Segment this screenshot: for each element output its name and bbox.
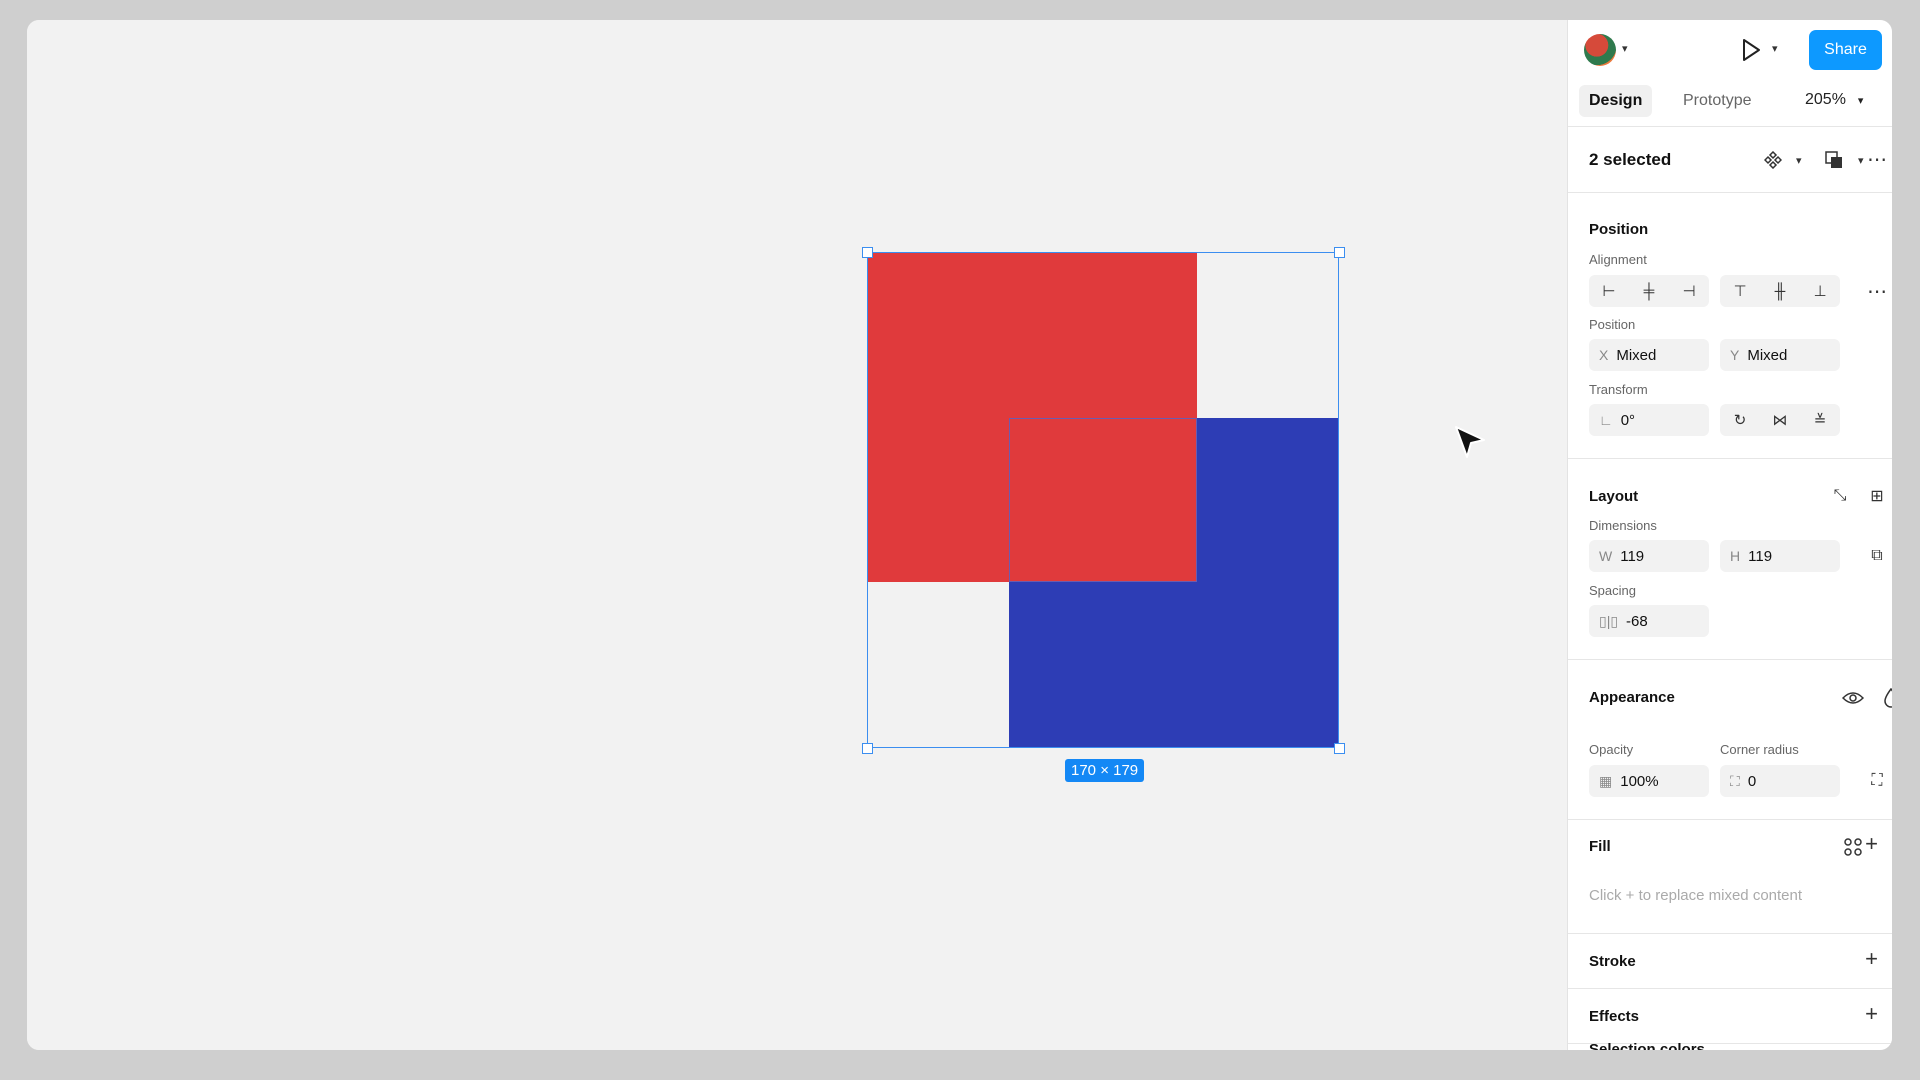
opacity-input[interactable]: ▦ 100% — [1589, 765, 1709, 797]
align-bottom-icon[interactable]: ⊥ — [1805, 282, 1835, 300]
effects-section-title: Effects — [1589, 1008, 1640, 1025]
divider — [1568, 458, 1892, 459]
position-label: Position — [1589, 317, 1636, 332]
user-avatar[interactable] — [1584, 34, 1616, 66]
h-value: 119 — [1748, 548, 1773, 565]
divider — [1568, 819, 1892, 820]
app-window: 170 × 179 ▾ ▾ Share Design Prototype 205… — [27, 20, 1892, 1050]
corner-radius-icon: ⛶ — [1730, 773, 1740, 789]
selection-title: 2 selected — [1589, 150, 1672, 169]
flip-vertical-icon[interactable]: ≚ — [1805, 411, 1835, 429]
h-prefix: H — [1730, 548, 1741, 564]
align-right-icon[interactable]: ⊣ — [1674, 282, 1704, 300]
corner-radius-value: 0 — [1747, 773, 1757, 790]
resize-handle-top-right[interactable] — [1334, 247, 1345, 258]
flip-horizontal-icon[interactable]: ⋈ — [1765, 411, 1795, 429]
collapse-layout-icon[interactable]: ⤡ — [1825, 481, 1855, 511]
layout-section-title: Layout — [1589, 488, 1639, 505]
transform-label: Transform — [1589, 382, 1648, 397]
spacing-value: -68 — [1626, 613, 1648, 630]
height-input[interactable]: H 119 — [1720, 540, 1840, 572]
corner-radius-label: Corner radius — [1720, 742, 1799, 757]
add-effect-icon[interactable]: + — [1865, 1001, 1878, 1027]
align-vertical-center-icon[interactable]: ╫ — [1765, 283, 1795, 300]
x-prefix: X — [1599, 347, 1609, 363]
resize-handle-bottom-right[interactable] — [1334, 743, 1345, 754]
canvas[interactable]: 170 × 179 — [27, 20, 1567, 1050]
horizontal-align-group: ⊢ ╪ ⊣ — [1589, 275, 1709, 307]
rotate-icon[interactable]: ↻ — [1725, 411, 1755, 429]
rotation-value: 0° — [1620, 412, 1636, 429]
rotation-input[interactable]: ∟ 0° — [1589, 404, 1709, 436]
selection-size-badge: 170 × 179 — [1065, 759, 1145, 782]
dimensions-label: Dimensions — [1589, 518, 1657, 533]
spacing-input[interactable]: ▯|▯ -68 — [1589, 605, 1709, 637]
zoom-value: 205% — [1805, 91, 1846, 108]
vertical-align-group: ⊤ ╫ ⊥ — [1720, 275, 1840, 307]
spacing-icon: ▯|▯ — [1599, 613, 1619, 629]
stroke-section-title: Stroke — [1589, 953, 1636, 970]
more-options-icon[interactable]: ⋯ — [1862, 144, 1892, 174]
x-value: Mixed — [1616, 347, 1657, 364]
opacity-value: 100% — [1620, 773, 1659, 790]
resize-to-fit-icon[interactable]: ⧉ — [1862, 541, 1892, 571]
rotation-angle-icon: ∟ — [1599, 412, 1613, 428]
tab-prototype[interactable]: Prototype — [1673, 85, 1761, 117]
add-stroke-icon[interactable]: + — [1865, 946, 1878, 972]
eye-visibility-icon[interactable] — [1842, 690, 1864, 706]
position-section-title: Position — [1589, 221, 1649, 238]
appearance-section-title: Appearance — [1589, 689, 1675, 706]
x-position-input[interactable]: X Mixed — [1589, 339, 1709, 371]
y-prefix: Y — [1730, 347, 1740, 363]
fill-section-title: Fill — [1589, 838, 1611, 855]
resize-handle-bottom-left[interactable] — [862, 743, 873, 754]
divider — [1568, 659, 1892, 660]
opacity-label: Opacity — [1589, 742, 1634, 757]
w-value: 119 — [1620, 548, 1645, 565]
y-value: Mixed — [1747, 347, 1788, 364]
align-horizontal-center-icon[interactable]: ╪ — [1634, 283, 1664, 300]
present-play-icon[interactable] — [1739, 37, 1763, 63]
align-top-icon[interactable]: ⊤ — [1725, 282, 1755, 300]
fill-hint: Click + to replace mixed content — [1589, 887, 1803, 904]
chevron-down-icon[interactable]: ▾ — [1772, 42, 1778, 55]
blend-mode-drop-icon[interactable] — [1883, 688, 1892, 708]
boolean-union-icon[interactable] — [1825, 151, 1843, 169]
opacity-icon: ▦ — [1599, 773, 1613, 789]
width-input[interactable]: W 119 — [1589, 540, 1709, 572]
divider — [1568, 933, 1892, 934]
spacing-label: Spacing — [1589, 583, 1636, 598]
mouse-cursor-icon — [1455, 426, 1485, 458]
transform-group: ↻ ⋈ ≚ — [1720, 404, 1840, 436]
styles-grid-icon[interactable] — [1843, 837, 1863, 857]
corner-radius-input[interactable]: ⛶ 0 — [1720, 765, 1840, 797]
share-button[interactable]: Share — [1809, 30, 1882, 70]
zoom-level[interactable]: 205% ▾ — [1805, 91, 1863, 109]
chevron-down-icon[interactable]: ▾ — [1796, 154, 1802, 167]
more-alignment-icon[interactable]: ⋯ — [1862, 276, 1892, 306]
tab-design[interactable]: Design — [1579, 85, 1653, 117]
resize-handle-top-left[interactable] — [862, 247, 873, 258]
divider — [1568, 192, 1892, 193]
divider — [1568, 988, 1892, 989]
alignment-label: Alignment — [1589, 252, 1647, 267]
selection-colors-section-title: Selection colors — [1589, 1041, 1705, 1050]
add-fill-icon[interactable]: + — [1865, 831, 1878, 857]
y-position-input[interactable]: Y Mixed — [1720, 339, 1840, 371]
component-icon[interactable] — [1764, 151, 1782, 169]
divider — [1568, 126, 1892, 127]
w-prefix: W — [1599, 548, 1613, 564]
auto-layout-icon[interactable]: ⊞ — [1862, 481, 1892, 511]
selection-box[interactable] — [867, 252, 1339, 748]
chevron-down-icon: ▾ — [1857, 95, 1864, 107]
properties-panel: ▾ ▾ Share Design Prototype 205% ▾ 2 selec… — [1567, 20, 1892, 1050]
align-left-icon[interactable]: ⊢ — [1594, 282, 1624, 300]
independent-corners-icon[interactable]: ⛶ — [1862, 766, 1892, 796]
chevron-down-icon[interactable]: ▾ — [1622, 42, 1628, 55]
